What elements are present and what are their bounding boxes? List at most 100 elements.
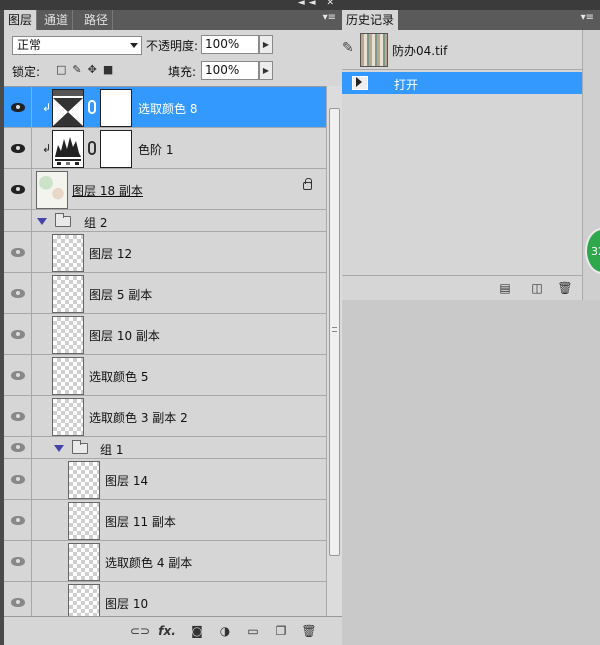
visibility-toggle[interactable] (4, 232, 32, 272)
levels-thumb (52, 130, 84, 168)
layers-panel: ◄◄ ✕ 图层 通道 路径 ▾≡ 正常 不透明度: 100% ▶ 锁定: □✎✥… (0, 0, 342, 645)
visibility-toggle[interactable] (4, 459, 32, 499)
fx-icon[interactable]: fx. (158, 622, 176, 640)
blend-mode-select[interactable]: 正常 (12, 36, 142, 55)
layer-mask-thumb[interactable] (100, 130, 132, 168)
layers-body: 正常 不透明度: 100% ▶ 锁定: □✎✥■ 填充: 100% ▶ ↲ 选取… (4, 30, 342, 645)
layer-thumbnail (68, 461, 100, 499)
layer-row[interactable]: 图层 18 副本 (4, 169, 326, 210)
visibility-toggle[interactable] (4, 128, 32, 168)
eye-icon (11, 185, 25, 194)
tab-channels[interactable]: 通道 (40, 10, 74, 30)
lock-position-icon[interactable]: ✥ (88, 63, 103, 76)
layer-thumbnail (52, 234, 84, 272)
visibility-toggle[interactable] (4, 87, 32, 127)
snapshot-icon[interactable]: ◫ (528, 279, 546, 297)
fill-slider-toggle[interactable]: ▶ (259, 61, 273, 80)
panel-menu-icon[interactable]: ▾≡ (581, 12, 594, 23)
panel-collapse-close-buttons[interactable]: ◄◄ ✕ (298, 0, 338, 8)
eye-icon (11, 330, 25, 339)
layers-titlebar: ◄◄ ✕ (0, 0, 342, 10)
layer-name: 图层 10 (105, 597, 149, 611)
eye-icon (11, 371, 25, 380)
layer-name: 选取颜色 8 (138, 102, 198, 116)
eye-icon (11, 557, 25, 566)
eye-icon (11, 598, 25, 607)
layer-name: 色阶 1 (138, 143, 174, 157)
history-tabbar: 历史记录 ▾≡ (342, 10, 600, 30)
group-expand-icon[interactable] (37, 218, 47, 225)
blend-mode-value: 正常 (17, 38, 42, 52)
chevron-down-icon (130, 43, 138, 48)
trash-icon[interactable]: 🗑 (556, 279, 574, 297)
visibility-toggle[interactable] (4, 396, 32, 436)
eye-icon (11, 103, 25, 112)
tab-history[interactable]: 历史记录 (342, 10, 399, 30)
layer-mask-thumb[interactable] (100, 89, 132, 127)
tab-paths[interactable]: 路径 (80, 10, 114, 30)
layer-row[interactable]: ↲ 色阶 1 (4, 128, 326, 169)
history-panel: 历史记录 ▾≡ ✎ 防办04.tif 打开 ▤ ◫ 🗑 (342, 0, 600, 300)
layer-row[interactable]: 选取颜色 4 副本 (4, 541, 326, 582)
eye-icon (11, 443, 25, 452)
clip-arrow-icon: ↲ (42, 101, 52, 114)
layer-row[interactable]: 图层 14 (4, 459, 326, 500)
visibility-toggle[interactable] (4, 210, 32, 231)
layer-thumbnail (52, 357, 84, 395)
history-footer: ▤ ◫ 🗑 (342, 275, 582, 300)
layer-row[interactable]: 图层 12 (4, 232, 326, 273)
lock-transparency-icon[interactable]: □ (56, 63, 72, 76)
link-icon[interactable] (88, 141, 96, 155)
lock-paint-icon[interactable]: ✎ (72, 63, 87, 76)
new-group-icon[interactable]: ▭ (244, 622, 262, 640)
visibility-toggle[interactable] (4, 500, 32, 540)
fill-label: 填充: (168, 65, 197, 79)
visibility-toggle[interactable] (4, 355, 32, 395)
visibility-toggle[interactable] (4, 541, 32, 581)
layer-row[interactable]: 图层 5 副本 (4, 273, 326, 314)
layer-name: 图层 11 副本 (105, 515, 176, 529)
eye-icon (11, 516, 25, 525)
fill-field[interactable]: 100% (201, 61, 259, 80)
layer-name: 选取颜色 5 (89, 370, 149, 384)
link-layers-icon[interactable]: ⊂⊃ (130, 622, 150, 640)
layer-row[interactable]: 图层 11 副本 (4, 500, 326, 541)
visibility-toggle[interactable] (4, 314, 32, 354)
lock-all-icon[interactable]: ■ (103, 63, 119, 76)
grip-icon (332, 327, 337, 332)
layer-row[interactable]: 选取颜色 5 (4, 355, 326, 396)
tab-layers[interactable]: 图层 (4, 10, 38, 30)
layer-name: 图层 12 (89, 247, 133, 261)
opacity-field[interactable]: 100% (201, 35, 259, 54)
scroll-thumb[interactable] (329, 108, 340, 556)
layers-scrollbar[interactable] (326, 86, 342, 645)
layer-row[interactable]: 图层 10 副本 (4, 314, 326, 355)
visibility-toggle[interactable] (4, 273, 32, 313)
layer-name: 组 2 (84, 216, 108, 230)
history-brush-icon[interactable]: ✎ (342, 40, 354, 56)
group-row[interactable]: 组 2 (4, 210, 326, 232)
adjustment-layer-icon[interactable]: ◑ (216, 622, 234, 640)
lock-buttons[interactable]: □✎✥■ (56, 63, 119, 76)
trash-icon[interactable]: 🗑 (300, 622, 318, 640)
link-icon[interactable] (88, 100, 96, 114)
visibility-toggle[interactable] (4, 437, 32, 458)
eye-icon (11, 144, 25, 153)
history-snapshot[interactable]: ✎ 防办04.tif (342, 30, 600, 70)
layer-name: 组 1 (100, 443, 124, 457)
lock-label: 锁定: (12, 65, 41, 79)
opacity-slider-toggle[interactable]: ▶ (259, 35, 273, 54)
add-mask-icon[interactable]: ◙ (188, 622, 206, 640)
layer-row[interactable]: 选取颜色 3 副本 2 (4, 396, 326, 437)
visibility-toggle[interactable] (4, 169, 32, 209)
group-expand-icon[interactable] (54, 445, 64, 452)
group-row[interactable]: 组 1 (4, 437, 326, 459)
layer-row[interactable]: ↲ 选取颜色 8 (4, 87, 326, 128)
new-layer-icon[interactable]: ❐ (272, 622, 290, 640)
opacity-label: 不透明度: (146, 39, 199, 53)
new-document-icon[interactable]: ▤ (496, 279, 514, 297)
panel-menu-icon[interactable]: ▾≡ (323, 12, 336, 23)
snapshot-thumbnail (360, 33, 388, 67)
history-step[interactable]: 打开 (342, 72, 582, 94)
eye-icon (11, 289, 25, 298)
